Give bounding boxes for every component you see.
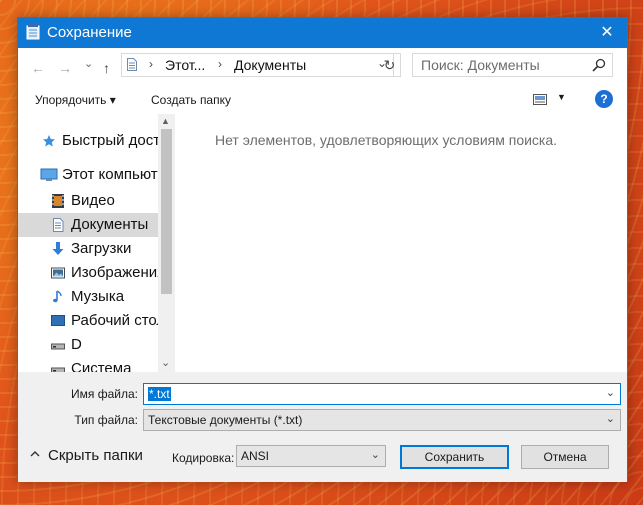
- help-button[interactable]: ?: [595, 90, 613, 108]
- encoding-select[interactable]: ANSI ⌄: [236, 445, 386, 467]
- desktop-icon: [51, 315, 65, 326]
- chevron-right-icon: ›: [149, 57, 153, 71]
- filetype-select[interactable]: Текстовые документы (*.txt) ⌄: [143, 409, 621, 431]
- filename-input[interactable]: *.txt: [148, 387, 171, 401]
- cancel-button[interactable]: Отмена: [521, 445, 609, 469]
- save-dialog: Сохранение ✕ ← → ⌄ ↑ › Этот... › Докумен…: [17, 17, 628, 482]
- chevron-down-icon[interactable]: ⌄: [606, 386, 615, 399]
- file-list[interactable]: Нет элементов, удовлетворяющих условиям …: [175, 114, 627, 372]
- sidebar-item-music[interactable]: Музыка: [18, 285, 158, 309]
- new-folder-button[interactable]: Создать папку: [151, 93, 231, 107]
- search-input[interactable]: [421, 57, 581, 73]
- computer-icon: [40, 168, 58, 181]
- chevron-down-icon[interactable]: ⌄: [606, 412, 615, 425]
- video-icon: [52, 194, 64, 208]
- address-segment-documents[interactable]: Документы: [234, 57, 306, 73]
- title-bar: Сохранение ✕: [18, 18, 627, 48]
- sidebar-item-downloads[interactable]: Загрузки: [18, 237, 158, 261]
- star-icon: [43, 135, 55, 147]
- chevron-right-icon: ›: [218, 57, 222, 71]
- encoding-value: ANSI: [241, 449, 270, 463]
- forward-button[interactable]: →: [58, 60, 72, 76]
- scrollbar-thumb[interactable]: [161, 129, 172, 294]
- command-bar: Упорядочить ▾ Создать папку ▼ ?: [18, 88, 627, 114]
- back-button[interactable]: ←: [31, 60, 45, 76]
- sidebar-item-documents[interactable]: Документы: [18, 213, 158, 237]
- sidebar-item-label: Система: [71, 360, 132, 372]
- document-icon: [53, 218, 64, 232]
- close-button[interactable]: ✕: [587, 18, 627, 48]
- chevron-up-icon: [30, 451, 40, 457]
- filename-combo[interactable]: *.txt ⌄: [143, 383, 621, 405]
- navigation-bar: ← → ⌄ ↑ › Этот... › Документы ⌄ ↻: [18, 48, 627, 88]
- sidebar-item-label: Видео: [71, 192, 115, 209]
- up-button[interactable]: ↑: [103, 60, 110, 76]
- music-icon: [53, 290, 62, 303]
- file-fields: Имя файла: *.txt ⌄ Тип файла: Текстовые …: [18, 372, 627, 432]
- navigation-pane: Быстрый доступ Этот компьютер Видео До: [18, 114, 158, 372]
- sidebar-item-label: Загрузки: [71, 240, 132, 257]
- sidebar-item-desktop[interactable]: Рабочий стол: [18, 309, 158, 333]
- recent-locations-button[interactable]: ⌄: [84, 57, 93, 70]
- search-icon[interactable]: [592, 58, 606, 72]
- sidebar-item-quick-access[interactable]: Быстрый доступ: [18, 129, 158, 153]
- organize-button[interactable]: Упорядочить ▾: [35, 93, 116, 107]
- document-icon: [127, 58, 137, 71]
- sidebar-item-this-pc[interactable]: Этот компьютер: [18, 163, 158, 187]
- sidebar-item-pictures[interactable]: Изображения: [18, 261, 158, 285]
- sidebar-item-label: Рабочий стол: [71, 312, 158, 329]
- address-segment-this-pc[interactable]: Этот...: [165, 57, 205, 73]
- drive-icon: [51, 367, 65, 372]
- address-bar[interactable]: › Этот... › Документы ⌄: [121, 53, 394, 77]
- sidebar-item-system[interactable]: Система: [18, 357, 158, 372]
- filetype-label: Тип файла:: [74, 413, 138, 427]
- download-icon: [52, 242, 64, 255]
- notepad-icon: [26, 24, 40, 40]
- sidebar-item-label: Быстрый доступ: [62, 132, 158, 149]
- scroll-down-icon[interactable]: ⌄: [161, 356, 170, 369]
- window-title: Сохранение: [47, 24, 132, 41]
- view-options-icon[interactable]: [533, 94, 547, 105]
- sidebar-item-label: Музыка: [71, 288, 125, 305]
- sidebar-item-label: Документы: [71, 216, 149, 233]
- filename-label: Имя файла:: [71, 387, 138, 401]
- encoding-label: Кодировка:: [172, 451, 235, 465]
- pictures-icon: [51, 267, 65, 279]
- refresh-button[interactable]: ↻: [379, 53, 401, 77]
- chevron-down-icon[interactable]: ⌄: [371, 448, 380, 461]
- save-button[interactable]: Сохранить: [400, 445, 509, 469]
- sidebar-item-drive-d[interactable]: D: [18, 333, 158, 357]
- hide-folders-label: Скрыть папки: [48, 447, 143, 464]
- sidebar-item-video[interactable]: Видео: [18, 189, 158, 213]
- sidebar-scrollbar[interactable]: ▲ ⌄: [158, 114, 175, 372]
- sidebar-item-label: Этот компьютер: [62, 166, 158, 183]
- filetype-value: Текстовые документы (*.txt): [148, 413, 303, 427]
- drive-icon: [51, 343, 65, 350]
- sidebar-item-label: Изображения: [71, 264, 158, 281]
- dialog-footer: Скрыть папки Кодировка: ANSI ⌄ Сохранить…: [18, 432, 627, 482]
- empty-message: Нет элементов, удовлетворяющих условиям …: [215, 132, 558, 148]
- search-box[interactable]: [412, 53, 613, 77]
- scroll-up-icon[interactable]: ▲: [161, 116, 170, 126]
- sidebar-item-label: D: [71, 336, 82, 353]
- view-dropdown-icon[interactable]: ▼: [557, 92, 566, 102]
